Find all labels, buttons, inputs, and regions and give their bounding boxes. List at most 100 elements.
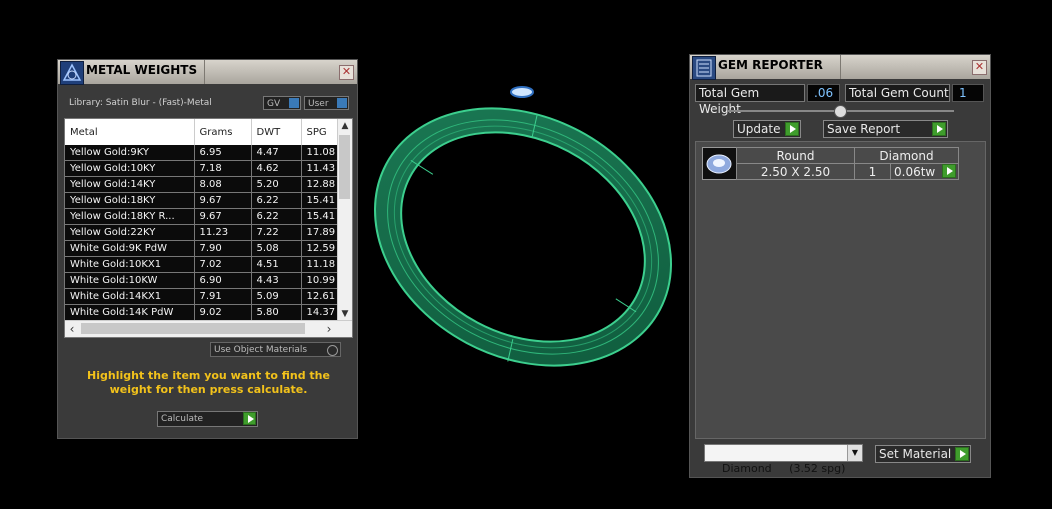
metal-name: White Gold:10KW	[65, 272, 195, 289]
gem-size: 2.50 X 2.50	[736, 163, 855, 180]
update-button[interactable]: Update	[733, 120, 801, 138]
dwt-value: 7.22	[251, 224, 302, 241]
set-material-label: Set Material	[879, 447, 952, 461]
table-row[interactable]: Yellow Gold:10KY 7.18 4.62 11.43	[65, 160, 338, 177]
column-header-dwt[interactable]: DWT	[251, 119, 302, 145]
library-label: Library: Satin Blur - (Fast)-Metal	[69, 98, 212, 108]
close-icon[interactable]: ✕	[972, 60, 987, 75]
use-object-materials-checkbox[interactable]: Use Object Materials	[210, 342, 341, 357]
grams-value: 7.91	[194, 288, 252, 305]
metal-name: Yellow Gold:10KY	[65, 160, 195, 177]
spg-value: 17.89	[301, 224, 338, 241]
metal-table: Metal Grams DWT SPG Yellow Gold:9KY 6.95 4…	[65, 119, 338, 321]
toggle-icon	[289, 98, 299, 108]
table-row[interactable]: White Gold:14K PdW 9.02 5.80 14.37	[65, 304, 338, 321]
round-gem-icon	[702, 147, 737, 180]
gem-item[interactable]: Round Diamond 2.50 X 2.50 1 0.06tw	[702, 147, 960, 180]
spg-value: 11.08	[301, 145, 338, 161]
dwt-value: 4.43	[251, 272, 302, 289]
total-gem-weight-label: Total Gem Weight	[695, 84, 805, 116]
column-header-metal[interactable]: Metal	[65, 119, 195, 145]
metal-name: Yellow Gold:18KY R...	[65, 208, 195, 225]
table-row[interactable]: White Gold:10KX1 7.02 4.51 11.18	[65, 256, 338, 273]
table-row[interactable]: White Gold:10KW 6.90 4.43 10.99	[65, 272, 338, 289]
metal-weights-panel: METAL WEIGHTS ✕ Library: Satin Blur - (F…	[57, 59, 358, 439]
grams-value: 6.90	[194, 272, 252, 289]
grams-value: 9.67	[194, 208, 252, 225]
dwt-value: 5.80	[251, 304, 302, 321]
dwt-value: 4.47	[251, 145, 302, 161]
chevron-down-icon[interactable]: ▼	[847, 445, 862, 461]
scroll-right-icon[interactable]: ›	[322, 321, 336, 337]
grams-value: 8.08	[194, 176, 252, 193]
grams-value: 6.95	[194, 145, 252, 161]
gem-reporter-panel: GEM REPORTER ✕ Total Gem Weight .06 Tota…	[689, 54, 991, 478]
calculate-button[interactable]: Calculate	[157, 411, 258, 427]
splitter-slider[interactable]	[728, 105, 954, 118]
metal-weights-app-icon	[60, 61, 84, 85]
gem-material: Diamond	[854, 147, 959, 164]
ring-model[interactable]	[358, 72, 688, 402]
metal-name: Yellow Gold:22KY	[65, 224, 195, 241]
gem-reporter-titlebar[interactable]: GEM REPORTER ✕	[690, 55, 990, 80]
total-gem-count-value: 1	[952, 84, 984, 102]
metal-name: Yellow Gold:18KY	[65, 192, 195, 209]
dwt-value: 4.62	[251, 160, 302, 177]
metal-name: White Gold:10KX1	[65, 256, 195, 273]
table-row[interactable]: White Gold:9K PdW 7.90 5.08 12.59	[65, 240, 338, 257]
column-header-spg[interactable]: SPG	[301, 119, 338, 145]
metal-table-container: Metal Grams DWT SPG Yellow Gold:9KY 6.95 4…	[64, 118, 353, 338]
grams-value: 9.67	[194, 192, 252, 209]
dwt-value: 6.22	[251, 192, 302, 209]
play-arrow-icon	[932, 122, 946, 136]
column-header-grams[interactable]: Grams	[194, 119, 252, 145]
spg-value: 14.37	[301, 304, 338, 321]
gem-shape: Round	[736, 147, 855, 164]
grams-value: 11.23	[194, 224, 252, 241]
gem-reporter-title: GEM REPORTER	[718, 58, 823, 72]
gv-toggle[interactable]: GV	[263, 96, 301, 110]
scroll-left-icon[interactable]: ‹	[65, 321, 79, 337]
play-arrow-icon	[785, 122, 799, 136]
scroll-down-icon[interactable]: ▼	[338, 307, 352, 321]
scrollbar-thumb[interactable]	[339, 135, 350, 199]
play-arrow-icon	[955, 447, 969, 461]
metal-name: Yellow Gold:9KY	[65, 145, 195, 161]
gem-details: Round Diamond 2.50 X 2.50 1 0.06tw	[736, 147, 959, 180]
slider-handle[interactable]	[834, 105, 847, 118]
metal-weights-title: METAL WEIGHTS	[86, 63, 198, 77]
dwt-value: 5.08	[251, 240, 302, 257]
use-object-materials-label: Use Object Materials	[214, 345, 308, 355]
set-material-button[interactable]: Set Material	[875, 445, 971, 463]
spg-value: 10.99	[301, 272, 338, 289]
dwt-value: 4.51	[251, 256, 302, 273]
instruction-text: Highlight the item you want to find the …	[87, 369, 330, 396]
horizontal-scrollbar[interactable]: ‹ ›	[65, 320, 352, 337]
gem-go-arrow-icon[interactable]	[942, 164, 956, 178]
spg-value: 11.18	[301, 256, 338, 273]
metal-weights-titlebar[interactable]: METAL WEIGHTS ✕	[58, 60, 357, 85]
grams-value: 7.02	[194, 256, 252, 273]
table-row[interactable]: Yellow Gold:9KY 6.95 4.47 11.08	[65, 145, 338, 161]
vertical-scrollbar[interactable]: ▲ ▼	[337, 119, 352, 321]
gem-icon	[510, 86, 534, 98]
user-toggle[interactable]: User	[304, 96, 349, 110]
table-row[interactable]: Yellow Gold:18KY 9.67 6.22 15.41	[65, 192, 338, 209]
close-icon[interactable]: ✕	[339, 65, 354, 80]
table-row[interactable]: Yellow Gold:18KY R... 9.67 6.22 15.41	[65, 208, 338, 225]
material-select[interactable]: Diamond (3.52 spg) ▼	[704, 444, 863, 475]
play-arrow-icon	[243, 412, 256, 425]
scroll-up-icon[interactable]: ▲	[338, 119, 352, 133]
scrollbar-thumb[interactable]	[81, 323, 305, 334]
gem-reporter-app-icon	[692, 56, 716, 80]
table-row[interactable]: White Gold:14KX1 7.91 5.09 12.61	[65, 288, 338, 305]
table-row[interactable]: Yellow Gold:22KY 11.23 7.22 17.89	[65, 224, 338, 241]
spg-value: 12.88	[301, 176, 338, 193]
save-report-button[interactable]: Save Report	[823, 120, 948, 138]
grams-value: 9.02	[194, 304, 252, 321]
user-label: User	[308, 99, 329, 109]
table-row[interactable]: Yellow Gold:14KY 8.08 5.20 12.88	[65, 176, 338, 193]
metal-name: White Gold:9K PdW	[65, 240, 195, 257]
gem-weight-value: 0.06tw	[894, 164, 936, 179]
save-report-label: Save Report	[827, 122, 901, 136]
